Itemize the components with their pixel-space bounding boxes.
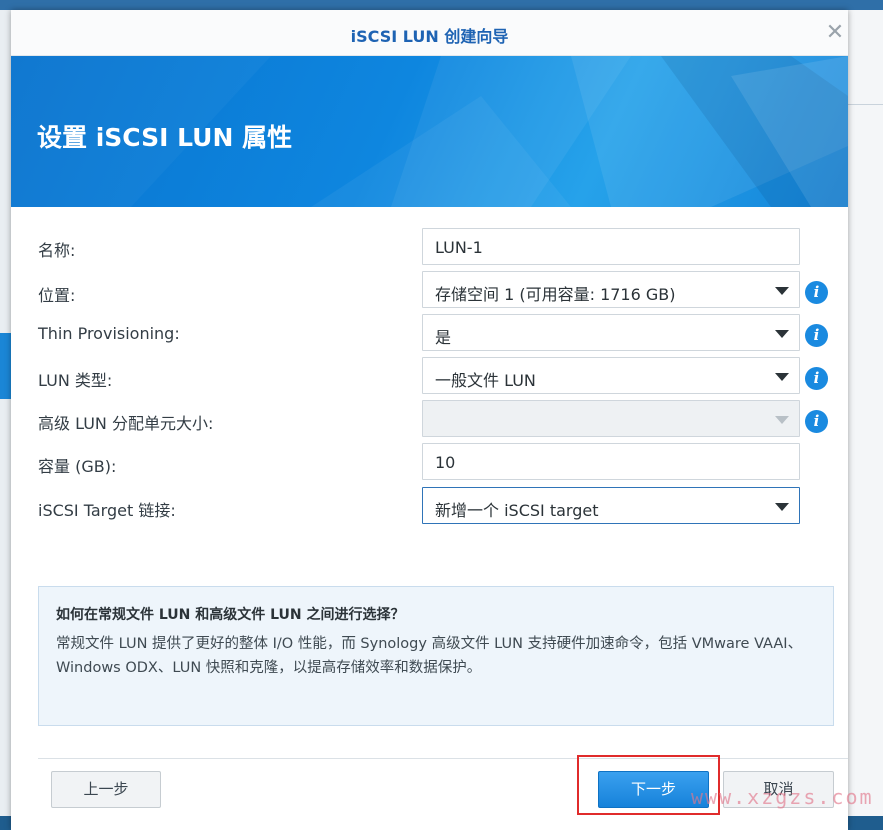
dialog-title: iSCSI LUN 创建向导 bbox=[350, 27, 509, 46]
lun-type-label: LUN 类型: bbox=[38, 371, 113, 390]
info-icon[interactable]: i bbox=[805, 410, 828, 433]
help-title: 如何在常规文件 LUN 和高级文件 LUN 之间进行选择？ bbox=[56, 607, 405, 623]
dialog-titlebar[interactable]: iSCSI LUN 创建向导 ✕ bbox=[11, 10, 848, 56]
target-link-select[interactable]: 新增一个 iSCSI target bbox=[422, 487, 800, 524]
allocation-unit-select bbox=[422, 400, 800, 437]
name-label: 名称: bbox=[38, 241, 76, 260]
background-divider bbox=[847, 104, 883, 105]
info-icon[interactable]: i bbox=[805, 281, 828, 304]
allocation-unit-label: 高级 LUN 分配单元大小: bbox=[38, 414, 214, 433]
chevron-down-icon bbox=[775, 503, 789, 511]
chevron-down-icon bbox=[775, 373, 789, 381]
info-icon[interactable]: i bbox=[805, 324, 828, 347]
watermark: www.xzgzs.com bbox=[691, 785, 874, 809]
lun-wizard-dialog: iSCSI LUN 创建向导 ✕ 设置 iSCSI LUN 属性 名称: LUN… bbox=[11, 10, 872, 830]
name-input[interactable]: LUN-1 bbox=[422, 228, 800, 265]
chevron-down-icon bbox=[775, 416, 789, 424]
chevron-down-icon bbox=[775, 287, 789, 295]
chevron-down-icon bbox=[775, 330, 789, 338]
location-select-value: 存储空间 1 (可用容量: 1716 GB) bbox=[435, 285, 676, 304]
thin-provisioning-label: Thin Provisioning: bbox=[38, 324, 180, 343]
location-label: 位置: bbox=[38, 286, 76, 305]
footer-divider bbox=[38, 758, 848, 759]
help-panel: 如何在常规文件 LUN 和高级文件 LUN 之间进行选择？ 常规文件 LUN 提… bbox=[38, 586, 834, 726]
wizard-banner: 设置 iSCSI LUN 属性 bbox=[11, 56, 848, 207]
thin-provisioning-select[interactable]: 是 bbox=[422, 314, 800, 351]
background-window-edge bbox=[847, 10, 883, 830]
target-link-select-value: 新增一个 iSCSI target bbox=[435, 501, 599, 520]
back-button[interactable]: 上一步 bbox=[51, 771, 161, 808]
background-window-strip bbox=[0, 0, 883, 10]
target-link-label: iSCSI Target 链接: bbox=[38, 501, 176, 520]
lun-type-select-value: 一般文件 LUN bbox=[435, 371, 536, 390]
lun-type-select[interactable]: 一般文件 LUN bbox=[422, 357, 800, 394]
info-icon[interactable]: i bbox=[805, 367, 828, 390]
capacity-label: 容量 (GB): bbox=[38, 457, 117, 476]
help-text: 常规文件 LUN 提供了更好的整体 I/O 性能，而 Synology 高级文件… bbox=[56, 636, 803, 676]
thin-provisioning-select-value: 是 bbox=[435, 328, 452, 347]
location-select[interactable]: 存储空间 1 (可用容量: 1716 GB) bbox=[422, 271, 800, 308]
page-heading: 设置 iSCSI LUN 属性 bbox=[37, 123, 293, 152]
capacity-input[interactable]: 10 bbox=[422, 443, 800, 480]
close-icon[interactable]: ✕ bbox=[822, 21, 848, 47]
